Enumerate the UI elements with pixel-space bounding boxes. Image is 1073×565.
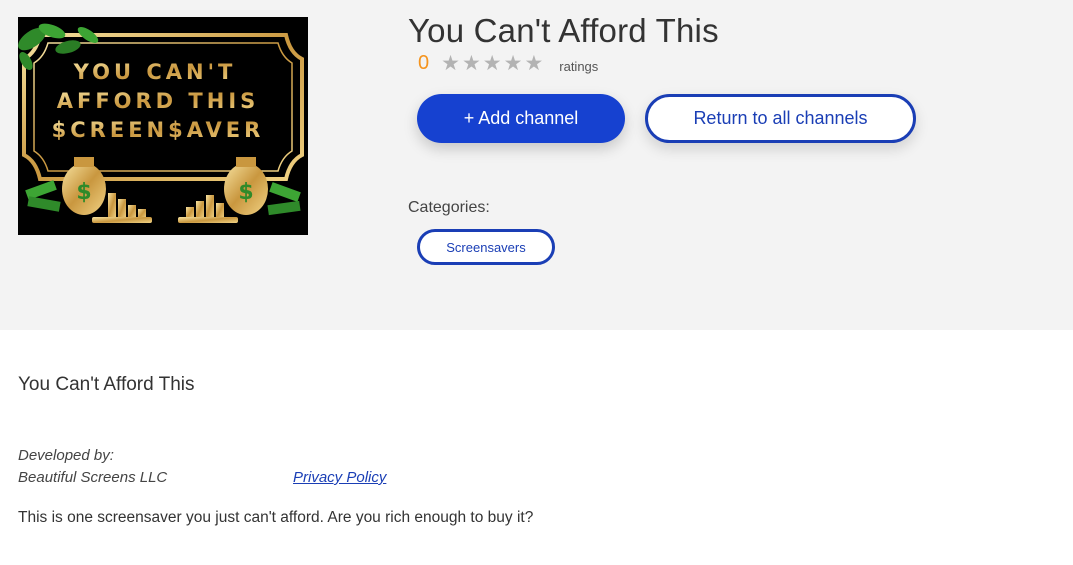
poster-line-2: AFFORD THIS [57, 89, 260, 113]
star-icon[interactable]: ★ [524, 53, 543, 74]
ratings-label: ratings [559, 58, 599, 74]
channel-description: This is one screensaver you just can't a… [18, 509, 534, 526]
channel-title: You Can't Afford This [408, 12, 719, 49]
developed-by-label: Developed by: [18, 447, 114, 464]
details-title: You Can't Afford This [18, 374, 195, 395]
star-icon[interactable]: ★ [483, 53, 502, 74]
privacy-policy-link[interactable]: Privacy Policy [293, 469, 386, 486]
star-icon[interactable]: ★ [462, 53, 481, 74]
svg-text:$: $ [238, 180, 253, 205]
rating-row: 0 ★ ★ ★ ★ ★ ratings [418, 52, 598, 75]
categories-label: Categories: [408, 199, 490, 216]
channel-hero: YOU CAN'T AFFORD THIS $CREEN$AVER $ $ Yo… [0, 0, 1073, 330]
svg-text:$: $ [76, 180, 91, 205]
channel-poster: YOU CAN'T AFFORD THIS $CREEN$AVER $ $ [18, 17, 308, 235]
add-channel-button[interactable]: + Add channel [417, 94, 625, 143]
poster-line-1: YOU CAN'T [73, 60, 237, 84]
star-rating[interactable]: ★ ★ ★ ★ ★ [441, 53, 543, 74]
return-to-all-channels-button[interactable]: Return to all channels [645, 94, 916, 143]
category-chip-screensavers[interactable]: Screensavers [417, 229, 555, 265]
rating-count: 0 [418, 52, 430, 74]
star-icon[interactable]: ★ [441, 53, 460, 74]
developer-name: Beautiful Screens LLC [18, 469, 168, 486]
star-icon[interactable]: ★ [504, 53, 523, 74]
poster-line-3: $CREEN$AVER [52, 118, 265, 142]
